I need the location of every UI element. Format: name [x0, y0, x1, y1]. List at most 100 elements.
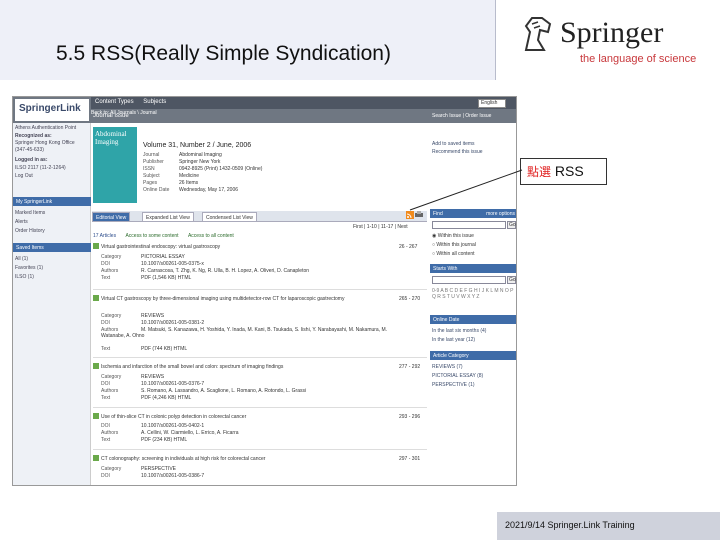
print-icon[interactable]: [415, 211, 423, 219]
article-row[interactable]: Text PDF (744 KB) HTML: [101, 346, 187, 352]
saved-item-favorites[interactable]: Favorites (1): [15, 265, 43, 271]
sidebar-line: Recognized as:: [15, 133, 52, 139]
article-row: Category REVIEWS: [101, 374, 165, 380]
article-pages: 277 - 292: [399, 364, 421, 370]
springer-tagline: the language of science: [580, 53, 697, 65]
starts-with-go-button[interactable]: Go: [507, 276, 516, 284]
article-row: Authors R. Carrascosa, T. Zhg, K. Ng, R. …: [101, 268, 310, 274]
select-all-row: 17 Articles Access to some content Acces…: [93, 233, 234, 239]
pager[interactable]: First | 1-10 | 11-17 | Next: [353, 224, 408, 230]
starts-with-input[interactable]: [432, 276, 506, 284]
sidebar-line: Athens Authentication Point: [15, 125, 77, 131]
article-row: DOI 10.1007/s00261-005-0386-7: [101, 473, 205, 479]
tab-condensed-list-view[interactable]: Condensed List View: [202, 212, 257, 222]
article-title[interactable]: Virtual gastrointestinal endoscopy: virt…: [101, 244, 391, 250]
article-title[interactable]: Ischemia and infarction of the small bow…: [101, 364, 391, 370]
meta-row: Subject Medicine: [143, 173, 200, 179]
recommend-link[interactable]: Recommend this issue: [432, 149, 483, 155]
article-row: DOI 10.1007/s00261-005-0402-1: [101, 423, 205, 429]
slide-header: 5.5 RSS(Really Simple Syndication) Sprin…: [0, 0, 720, 80]
meta-row: Online Date Wednesday, May 17, 2006: [143, 187, 239, 193]
right-sidebar: Search Issue | Order Issue Add to saved …: [430, 113, 516, 485]
springerlink-logo[interactable]: SpringerLink: [15, 99, 89, 121]
saved-items-head: Saved Items: [13, 243, 91, 252]
sidebar-line: Logged in as:: [15, 157, 48, 163]
access-indicator: [93, 363, 99, 369]
journal-cover-title: Abdominal Imaging: [95, 130, 127, 146]
rss-icon[interactable]: [406, 211, 414, 219]
access-indicator: [93, 295, 99, 301]
sidebar-item-order-history[interactable]: Order History: [15, 228, 45, 234]
category-link[interactable]: REVIEWS (7): [432, 364, 463, 370]
article-separator: [93, 449, 427, 450]
my-springerlink-head[interactable]: My SpringerLink: [13, 197, 91, 206]
sidebar-item-marked[interactable]: Marked Items: [15, 210, 45, 216]
article-pages: 26 - 267: [399, 244, 418, 250]
article-row[interactable]: Text PDF (4,246 KB) HTML: [101, 395, 191, 401]
springer-horse-icon: [524, 17, 552, 51]
article-row: Category PERSPECTIVE: [101, 466, 177, 472]
search-issue-link[interactable]: Search Issue | Order Issue: [432, 113, 491, 119]
slide: 5.5 RSS(Really Simple Syndication) Sprin…: [0, 0, 720, 540]
logout-link[interactable]: Log Out: [15, 173, 33, 179]
meta-row: Journal Abdominal Imaging: [143, 152, 222, 158]
sidebar-item-alerts[interactable]: Alerts: [15, 219, 28, 225]
radio-within-journal[interactable]: ○ Within this journal: [432, 242, 476, 248]
article-row[interactable]: Text PDF (234 KB) HTML: [101, 437, 187, 443]
article-pages: 265 - 270: [399, 296, 421, 302]
category-link[interactable]: PICTORIAL ESSAY (8): [432, 373, 483, 379]
language-select[interactable]: English: [478, 99, 506, 108]
article-row: Authors M. Matsuki, S. Kanazawa, H. Yoshi…: [101, 327, 388, 339]
article-pages: 297 - 301: [399, 456, 421, 462]
article-row: Category PICTORIAL ESSAY: [101, 254, 185, 260]
access-indicator: [93, 455, 99, 461]
article-title[interactable]: CT colonography: screening in individual…: [101, 456, 391, 462]
article-row: Authors A. Cellini, W. Ciarmiello, L. Err…: [101, 430, 239, 436]
springerlink-screenshot: SpringerLink Content Types Subjects Back…: [12, 96, 517, 486]
starts-with-head: Starts With: [430, 264, 516, 273]
nav-subjects[interactable]: Subjects: [143, 99, 166, 105]
category-link[interactable]: PERSPECTIVE (1): [432, 382, 475, 388]
left-sidebar: Athens Authentication Point Recognized a…: [13, 123, 91, 485]
springerlink-nav: Content Types Subjects: [91, 97, 516, 109]
sidebar-line: Springer Hong Kong Office: [15, 140, 75, 146]
saved-item-ilso[interactable]: ILSO (1): [15, 274, 34, 280]
article-pages: 293 - 296: [399, 414, 421, 420]
article-row: Authors S. Romano, A. Lassandro, A. Scagl…: [101, 388, 307, 394]
tab-expanded-list-view[interactable]: Expanded List View: [142, 212, 194, 222]
article-title[interactable]: Virtual CT gastroscopy by three-dimensio…: [101, 296, 391, 302]
article-row: DOI 10.1007/s00261-005-0375-x: [101, 261, 204, 267]
callout-text: RSS: [554, 163, 584, 179]
radio-within-issue[interactable]: ◉ Within this issue: [432, 233, 474, 239]
online-date-link[interactable]: In the last year (12): [432, 337, 475, 343]
find-input[interactable]: [432, 221, 506, 229]
view-tabs: Editorial View Expanded List View Conden…: [92, 211, 427, 222]
access-indicator: [93, 243, 99, 249]
letter-index[interactable]: 0-9 A B C D E F G H I J K L M N O P Q R …: [432, 288, 516, 300]
radio-within-all[interactable]: ○ Within all content: [432, 251, 475, 257]
rss-callout: 點選 RSS: [520, 158, 607, 185]
slide-title: 5.5 RSS(Really Simple Syndication): [56, 42, 391, 65]
meta-row: Pages 26 Items: [143, 180, 199, 186]
tab-editorial-view[interactable]: Editorial View: [92, 212, 131, 222]
title-band: [0, 0, 496, 80]
article-separator: [93, 289, 427, 290]
add-saved-link[interactable]: Add to saved items: [432, 141, 475, 147]
footer-text: 2021/9/14 Springer.Link Training: [505, 520, 635, 530]
article-title[interactable]: Use of thin-slice CT in colonic polyp de…: [101, 414, 391, 420]
find-go-button[interactable]: Go: [507, 221, 516, 229]
online-date-head: Online Date: [430, 315, 516, 324]
sidebar-line: ILSO 2117 (11-2-1264): [15, 165, 66, 171]
article-separator: [93, 357, 427, 358]
find-head: Find more options: [430, 209, 516, 218]
sidebar-line: (347-45-633): [15, 147, 44, 153]
nav-content-types[interactable]: Content Types: [95, 99, 134, 105]
article-category-head: Article Category: [430, 351, 516, 360]
online-date-link[interactable]: In the last six months (4): [432, 328, 486, 334]
saved-item-all[interactable]: All (1): [15, 256, 28, 262]
meta-row: Publisher Springer New York: [143, 159, 221, 165]
article-row[interactable]: Text PDF (1,546 KB) HTML: [101, 275, 191, 281]
journal-issue-label: Journal Issue: [93, 113, 129, 119]
issue-title: Volume 31, Number 2 / June, 2006: [143, 142, 252, 149]
article-row: Category REVIEWS: [101, 313, 165, 319]
